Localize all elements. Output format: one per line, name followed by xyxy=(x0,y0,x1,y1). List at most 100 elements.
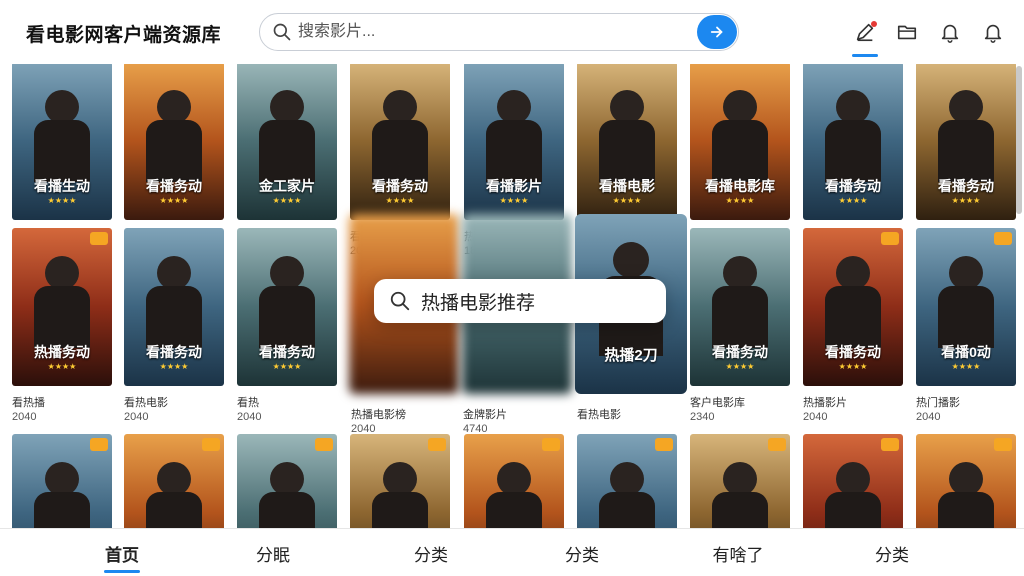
movie-poster[interactable] xyxy=(916,434,1016,528)
movie-poster[interactable]: 看播务动 ★★★★ xyxy=(690,228,790,386)
movie-poster[interactable]: 看播务动 ★★★★ xyxy=(803,228,903,386)
movie-poster[interactable] xyxy=(803,434,903,528)
poster-title: 看播务动 xyxy=(938,178,994,194)
movie-card[interactable]: 看播务动 ★★★★ 客户电影库 2340 xyxy=(690,228,790,423)
poster-figure-head xyxy=(836,256,870,290)
poster-title: 热播2刀 xyxy=(604,347,658,364)
movie-poster[interactable]: 看播务动 ★★★★ xyxy=(237,228,337,386)
poster-title: 看播务动 xyxy=(259,344,315,360)
poster-figure-head xyxy=(45,462,79,496)
hot-badge-icon xyxy=(202,438,220,451)
search-input[interactable] xyxy=(298,20,678,44)
movie-card[interactable]: 看播务动 ★★★★ 看热电影 2040 xyxy=(124,228,224,423)
folder-icon[interactable] xyxy=(895,20,919,44)
poster-figure-body xyxy=(146,286,202,348)
tab-5[interactable]: 有啥了 xyxy=(698,541,778,566)
bell-icon[interactable] xyxy=(938,20,962,44)
movie-card[interactable]: 看播务动 ★★★★ 看热 2040 xyxy=(237,228,337,423)
poster-title: 看播影片 xyxy=(486,178,542,194)
movie-poster[interactable] xyxy=(350,434,450,528)
movie-card[interactable] xyxy=(464,434,564,528)
poster-figure-head xyxy=(610,462,644,496)
poster-title: 看播电影库 xyxy=(705,178,775,194)
movie-card[interactable]: 看播0动 ★★★★ 热门播影 2040 xyxy=(916,228,1016,423)
poster-figure-head xyxy=(157,462,191,496)
rating-stars: ★★★★ xyxy=(159,362,189,371)
movie-poster[interactable]: 看播电影库 ★★★★ xyxy=(690,64,790,220)
poster-figure-head xyxy=(497,462,531,496)
movie-poster[interactable]: 看播0动 ★★★★ xyxy=(916,228,1016,386)
poster-figure-head xyxy=(270,256,304,290)
tab-3[interactable]: 分类 xyxy=(391,541,471,566)
poster-figure-body xyxy=(938,492,994,528)
poster-title: 金工家片 xyxy=(259,178,315,194)
movie-card[interactable]: 热播务动 ★★★★ 看热播 2040 xyxy=(12,228,112,423)
rating-stars: ★★★★ xyxy=(725,362,755,371)
poster-figure-head xyxy=(45,90,79,124)
movie-card[interactable] xyxy=(690,434,790,528)
movie-poster[interactable]: 金工家片 ★★★★ xyxy=(237,64,337,220)
poster-title: 看播务动 xyxy=(825,344,881,360)
hot-badge-icon xyxy=(994,438,1012,451)
poster-figure-body xyxy=(599,492,655,528)
rating-stars: ★★★★ xyxy=(385,196,415,205)
scrollbar[interactable] xyxy=(1016,66,1022,214)
movie-card[interactable] xyxy=(350,434,450,528)
poster-figure-body xyxy=(938,286,994,348)
tab-4[interactable]: 分类 xyxy=(542,541,622,566)
movie-card[interactable] xyxy=(124,434,224,528)
poster-figure-body xyxy=(712,286,768,348)
movie-card[interactable] xyxy=(803,434,903,528)
notification-bell-icon[interactable] xyxy=(981,20,1005,44)
movie-card[interactable] xyxy=(12,434,112,528)
movie-card[interactable] xyxy=(237,434,337,528)
movie-poster[interactable]: 看播务动 ★★★★ xyxy=(124,64,224,220)
rating-stars: ★★★★ xyxy=(725,196,755,205)
poster-figure-body xyxy=(486,120,542,182)
tab-6[interactable]: 分类 xyxy=(852,541,932,566)
rating-stars: ★★★★ xyxy=(272,362,302,371)
edit-icon[interactable] xyxy=(853,20,877,44)
movie-poster[interactable]: 看播生动 ★★★★ xyxy=(12,64,112,220)
movie-poster[interactable] xyxy=(690,434,790,528)
movie-caption: 看热 xyxy=(237,397,259,409)
poster-figure-body xyxy=(825,120,881,182)
rating-stars: ★★★★ xyxy=(951,362,981,371)
movie-caption: 看热电影 xyxy=(124,397,168,409)
hot-badge-icon xyxy=(315,438,333,451)
rating-stars: ★★★★ xyxy=(838,362,868,371)
tab-home[interactable]: 首页 xyxy=(82,541,162,566)
movie-poster[interactable]: 看播务动 ★★★★ xyxy=(803,64,903,220)
movie-year: 2340 xyxy=(690,411,715,423)
movie-poster[interactable]: 热播务动 ★★★★ xyxy=(12,228,112,386)
movie-poster[interactable]: 看播影片 ★★★★ xyxy=(464,64,564,220)
movie-card[interactable]: 看播务动 ★★★★ 热播影片 2040 xyxy=(803,228,903,423)
tab-2[interactable]: 分眠 xyxy=(233,541,313,566)
movie-year: 2040 xyxy=(124,411,149,423)
movie-poster[interactable] xyxy=(577,434,677,528)
rating-stars: ★★★★ xyxy=(159,196,189,205)
movie-card[interactable] xyxy=(577,434,677,528)
poster-figure-head xyxy=(270,90,304,124)
active-icon-indicator xyxy=(852,54,878,57)
poster-figure-body xyxy=(372,492,428,528)
hot-recommend-search[interactable]: 热播电影推荐 xyxy=(374,279,666,323)
movie-card[interactable] xyxy=(916,434,1016,528)
movie-poster[interactable] xyxy=(124,434,224,528)
overlay-caption-1: 热播电影榜 2040 xyxy=(351,409,406,435)
poster-figure-head xyxy=(157,256,191,290)
poster-figure-body xyxy=(34,286,90,348)
poster-title: 看播务动 xyxy=(372,178,428,194)
hot-badge-icon xyxy=(428,438,446,451)
app-header: 看电影网客户端资源库 xyxy=(0,0,1024,64)
search-bar[interactable] xyxy=(259,13,739,51)
movie-poster[interactable]: 看播务动 ★★★★ xyxy=(350,64,450,220)
movie-year: 2040 xyxy=(916,411,941,423)
movie-poster[interactable]: 看播电影 ★★★★ xyxy=(577,64,677,220)
movie-poster[interactable]: 看播务动 ★★★★ xyxy=(124,228,224,386)
movie-poster[interactable] xyxy=(12,434,112,528)
movie-poster[interactable] xyxy=(464,434,564,528)
search-submit-button[interactable] xyxy=(697,15,737,49)
movie-poster[interactable]: 看播务动 ★★★★ xyxy=(916,64,1016,220)
movie-poster[interactable] xyxy=(237,434,337,528)
